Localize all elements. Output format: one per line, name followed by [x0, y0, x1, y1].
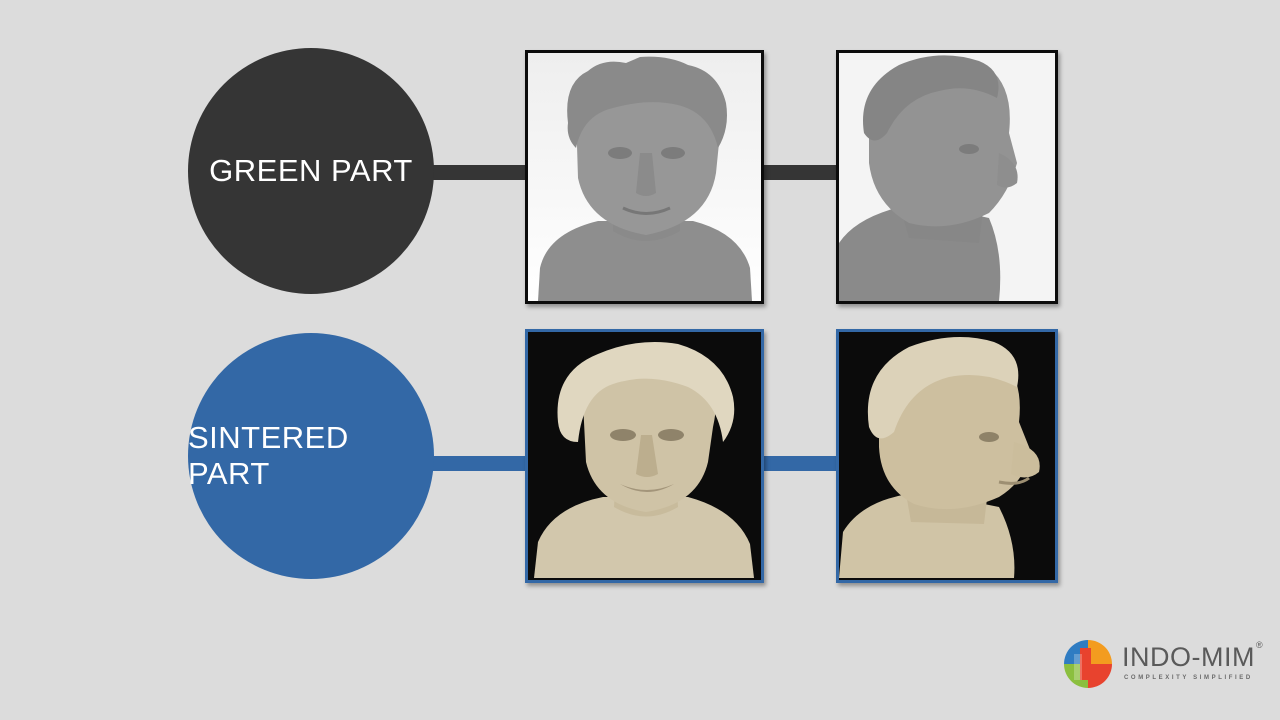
- green-part-side-image: [836, 50, 1058, 304]
- green-part-front-image: [525, 50, 764, 304]
- sintered-connector-left: [430, 456, 530, 471]
- green-connector-middle: [760, 165, 840, 180]
- indo-mim-logo-mark-icon: [1064, 640, 1112, 688]
- logo-tagline: COMPLEXITY SIMPLIFIED: [1124, 675, 1253, 681]
- sintered-part-circle: SINTERED PART: [188, 333, 434, 579]
- slide: GREEN PART SINTERED PART INDO-MIM ® COMP…: [0, 0, 1280, 720]
- green-part-label: GREEN PART: [209, 153, 413, 188]
- sintered-part-label: SINTERED PART: [188, 420, 349, 491]
- logo-name: INDO-MIM: [1122, 642, 1255, 672]
- green-connector-left: [430, 165, 530, 180]
- sintered-part-front-image: [525, 329, 764, 583]
- sintered-part-side-image: [836, 329, 1058, 583]
- sintered-connector-middle: [760, 456, 840, 471]
- indo-mim-logo: INDO-MIM ® COMPLEXITY SIMPLIFIED: [1062, 638, 1272, 690]
- logo-registered-mark: ®: [1256, 640, 1263, 650]
- green-part-circle: GREEN PART: [188, 48, 434, 294]
